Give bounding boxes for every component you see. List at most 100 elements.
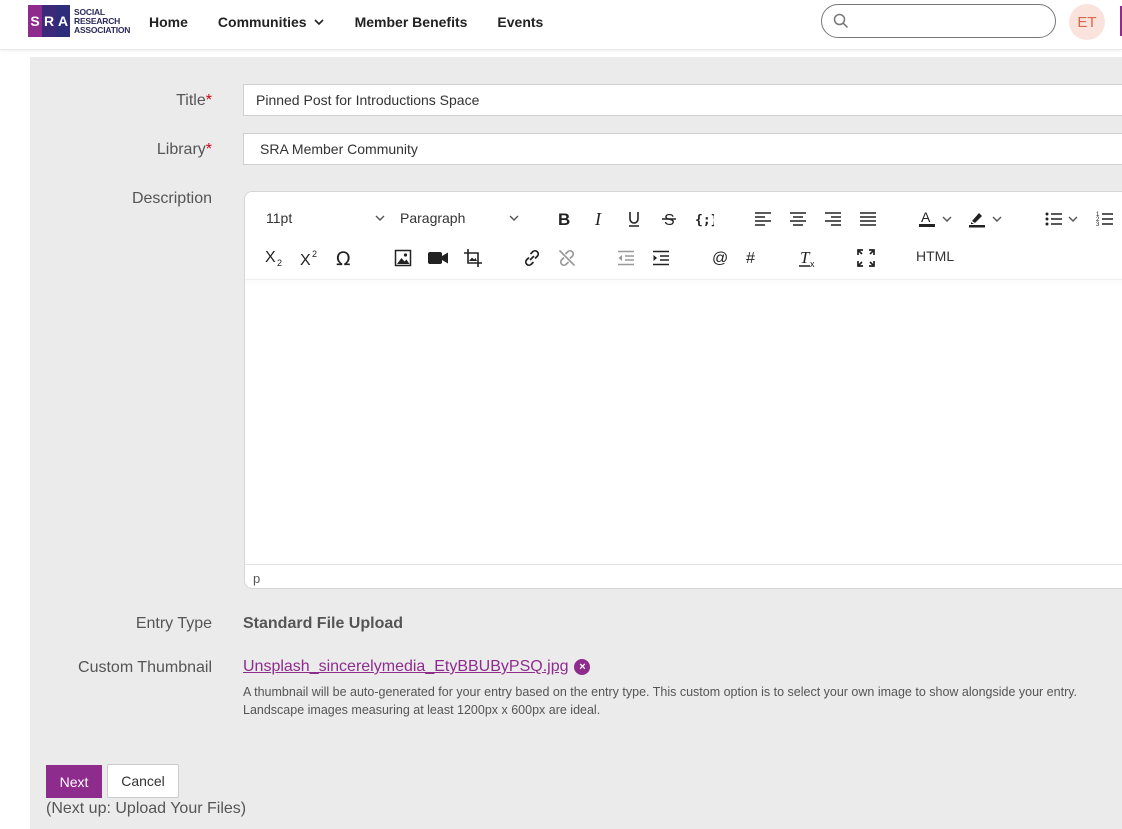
svg-text:3: 3 [1096, 222, 1100, 227]
svg-text:{;}: {;} [695, 213, 714, 228]
indent-icon[interactable] [647, 244, 675, 272]
svg-text:#: # [746, 250, 755, 267]
nav-communities[interactable]: Communities [218, 14, 325, 30]
rich-text-editor: 11pt Paragraph B I S {;} A 123 [244, 191, 1122, 589]
edit-image-icon[interactable] [459, 244, 487, 272]
next-button[interactable]: Next [46, 765, 102, 798]
insert-video-icon[interactable] [424, 244, 452, 272]
top-navigation-bar: S R A SOCIAL RESEARCH ASSOCIATION Home C… [0, 0, 1122, 50]
avatar[interactable]: ET [1069, 4, 1105, 40]
svg-text:I: I [594, 210, 602, 228]
highlight-color-dropdown[interactable] [989, 205, 1005, 233]
entry-form-panel: Title* Pinned Post for Introductions Spa… [30, 57, 1122, 829]
fullscreen-icon[interactable] [852, 244, 880, 272]
description-label: Description [131, 190, 212, 207]
outdent-icon[interactable] [612, 244, 640, 272]
html-source-button[interactable]: HTML [916, 248, 954, 264]
bullet-list-icon[interactable] [1040, 205, 1068, 233]
nav-home[interactable]: Home [149, 14, 188, 30]
thumbnail-help-line-1: A thumbnail will be auto-generated for y… [243, 685, 1078, 699]
underline-icon[interactable] [620, 205, 648, 233]
unlink-icon[interactable] [553, 244, 581, 272]
nav-communities-label: Communities [217, 14, 307, 30]
strikethrough-icon[interactable]: S [655, 205, 683, 233]
font-size-select[interactable]: 11pt [266, 205, 386, 231]
nav-member-benefits[interactable]: Member Benefits [355, 14, 468, 30]
search-input[interactable] [821, 4, 1056, 38]
hashtag-icon[interactable]: # [738, 244, 766, 272]
library-label-text: Library [156, 141, 206, 158]
svg-text:B: B [558, 210, 570, 228]
logo-letter-s: S [28, 5, 42, 37]
svg-text:Ω: Ω [336, 249, 351, 267]
title-label: Title* [176, 92, 212, 110]
custom-thumbnail-label: Custom Thumbnail [78, 659, 212, 676]
title-input[interactable]: Pinned Post for Introductions Space [243, 84, 1122, 116]
logo-letter-a: A [56, 5, 70, 37]
required-mark: * [205, 141, 212, 158]
next-up-hint: (Next up: Upload Your Files) [46, 800, 247, 817]
chevron-down-icon [1068, 216, 1078, 222]
thumbnail-file-link[interactable]: Unsplash_sincerelymedia_EtyBBUByPSQ.jpg [243, 658, 568, 676]
chevron-down-icon [509, 215, 519, 221]
bold-icon[interactable]: B [550, 205, 578, 233]
align-center-icon[interactable] [784, 205, 812, 233]
svg-text:X: X [300, 252, 311, 267]
text-color-icon[interactable]: A [913, 205, 941, 233]
sra-logo[interactable]: S R A SOCIAL RESEARCH ASSOCIATION [28, 5, 130, 37]
svg-text:2: 2 [312, 249, 317, 259]
entry-type-value: Standard File Upload [243, 615, 404, 632]
logo-mark: S R A [28, 5, 70, 37]
italic-icon[interactable]: I [585, 205, 613, 233]
font-size-value: 11pt [266, 210, 293, 226]
title-label-text: Title [176, 92, 206, 109]
clear-formatting-icon[interactable]: Tx [793, 244, 821, 272]
entry-type-label: Entry Type [135, 615, 212, 632]
link-icon[interactable] [518, 244, 546, 272]
subscript-icon[interactable]: X2 [261, 244, 289, 272]
bullet-list-dropdown[interactable] [1065, 205, 1081, 233]
logo-line-3: ASSOCIATION [74, 24, 131, 35]
chevron-down-icon [314, 19, 324, 26]
editor-statusbar: p [245, 564, 1122, 588]
cancel-button[interactable]: Cancel [107, 764, 179, 798]
main-nav: Home Communities Member Benefits Events [149, 14, 573, 30]
nav-events[interactable]: Events [497, 14, 543, 30]
search-icon [833, 13, 849, 29]
code-sample-icon[interactable]: {;} [690, 205, 718, 233]
toolbar-divider [245, 279, 1122, 280]
svg-text:2: 2 [277, 258, 282, 267]
block-format-value: Paragraph [400, 210, 466, 226]
editor-toolbar-row-1: 11pt Paragraph B I S {;} A 123 [245, 199, 1122, 239]
chevron-down-icon [992, 216, 1002, 222]
block-format-select[interactable]: Paragraph [400, 205, 520, 231]
chevron-down-icon [375, 215, 385, 221]
logo-letter-r: R [42, 5, 56, 37]
special-character-icon[interactable]: Ω [331, 244, 359, 272]
svg-text:S: S [664, 212, 675, 228]
thumbnail-help-text: A thumbnail will be auto-generated for y… [243, 683, 1122, 719]
required-mark: * [205, 92, 212, 109]
align-justify-icon[interactable] [854, 205, 882, 233]
mention-icon[interactable]: @ [706, 244, 734, 272]
library-label: Library* [157, 141, 212, 159]
svg-text:X: X [265, 249, 276, 266]
thumbnail-help-line-2: Landscape images measuring at least 1200… [243, 703, 601, 717]
remove-thumbnail-icon[interactable]: × [574, 659, 591, 675]
svg-text:A: A [921, 210, 931, 225]
element-path[interactable]: p [253, 571, 260, 586]
highlight-color-icon[interactable] [963, 205, 991, 233]
library-select[interactable]: SRA Member Community [243, 133, 1122, 165]
logo-wordmark: SOCIAL RESEARCH ASSOCIATION [74, 7, 131, 35]
align-left-icon[interactable] [749, 205, 777, 233]
svg-text:x: x [810, 259, 815, 268]
superscript-icon[interactable]: X2 [296, 244, 324, 272]
chevron-down-icon [942, 216, 952, 222]
text-color-dropdown[interactable] [939, 205, 955, 233]
align-right-icon[interactable] [819, 205, 847, 233]
svg-text:@: @ [712, 250, 728, 267]
editor-toolbar-row-2: X2 X2 Ω @ # Tx HTML [245, 238, 1122, 278]
numbered-list-icon[interactable]: 123 [1091, 205, 1119, 233]
thumbnail-file: Unsplash_sincerelymedia_EtyBBUByPSQ.jpg … [243, 658, 591, 676]
insert-image-icon[interactable] [389, 244, 417, 272]
